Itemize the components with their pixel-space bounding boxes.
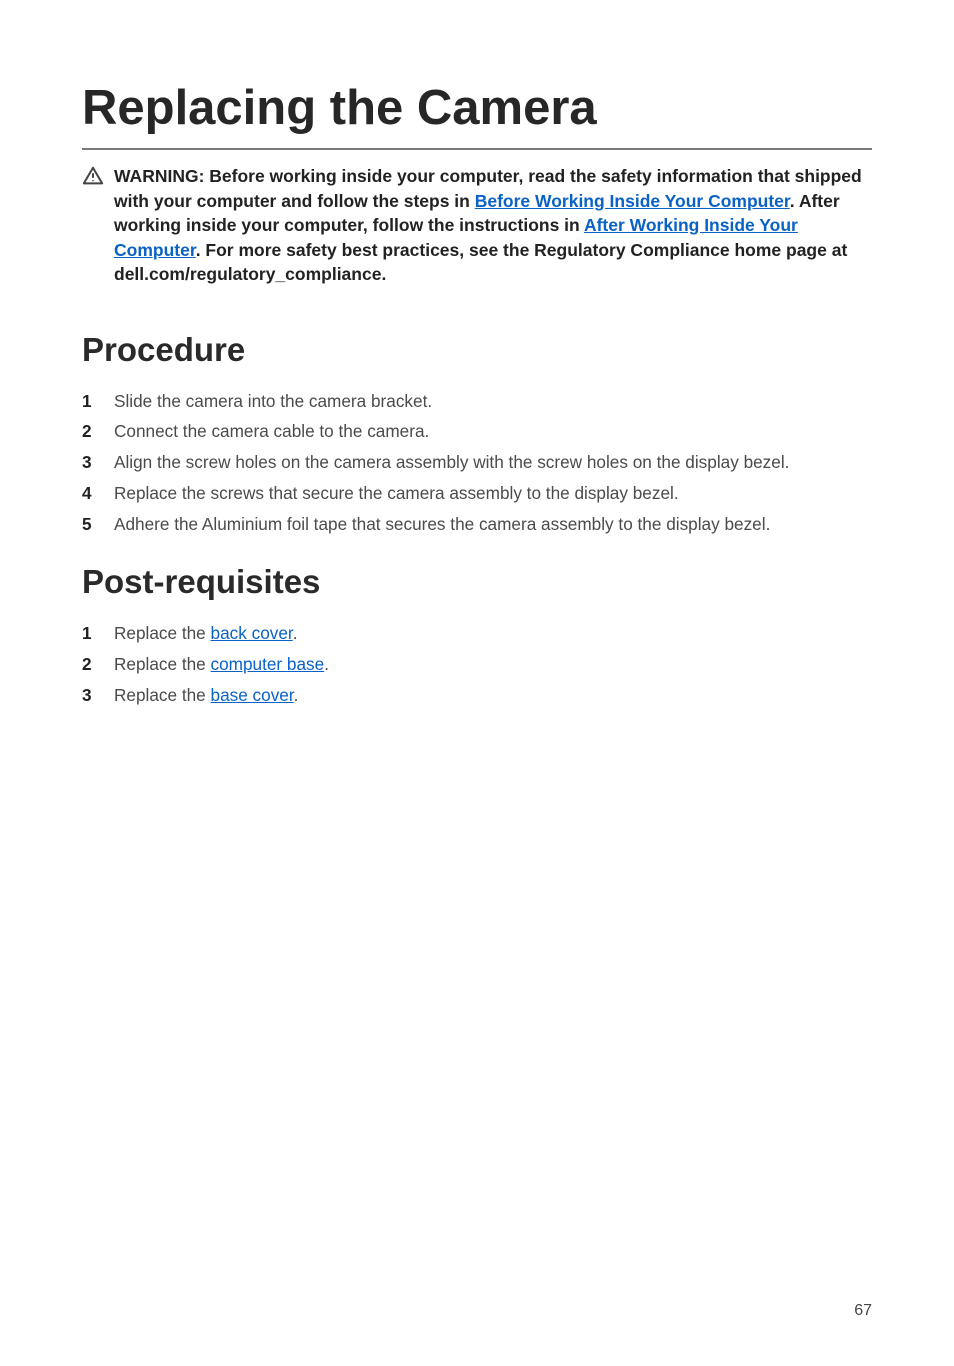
list-item: Align the screw holes on the camera asse… xyxy=(82,450,872,475)
warning-block: WARNING: Before working inside your comp… xyxy=(82,164,872,287)
page-title: Replacing the Camera xyxy=(82,80,872,136)
list-item: Replace the screws that secure the camer… xyxy=(82,481,872,506)
list-item: Slide the camera into the camera bracket… xyxy=(82,389,872,414)
step-text: Adhere the Aluminium foil tape that secu… xyxy=(114,512,872,537)
list-item: Adhere the Aluminium foil tape that secu… xyxy=(82,512,872,537)
link-back-cover[interactable]: back cover xyxy=(211,623,293,643)
step-suffix: . xyxy=(293,623,298,643)
page-number: 67 xyxy=(854,1302,872,1320)
list-item: Replace the base cover. xyxy=(82,683,872,708)
step-suffix: . xyxy=(294,685,299,705)
list-item: Connect the camera cable to the camera. xyxy=(82,419,872,444)
title-divider xyxy=(82,148,872,150)
step-prefix: Replace the xyxy=(114,623,211,643)
step-prefix: Replace the xyxy=(114,685,211,705)
document-page: Replacing the Camera WARNING: Before wor… xyxy=(0,0,954,1366)
warning-text: WARNING: Before working inside your comp… xyxy=(114,164,872,287)
list-item: Replace the computer base. xyxy=(82,652,872,677)
step-text: Connect the camera cable to the camera. xyxy=(114,419,872,444)
procedure-list: Slide the camera into the camera bracket… xyxy=(82,389,872,538)
step-suffix: . xyxy=(324,654,329,674)
warning-suffix: . For more safety best practices, see th… xyxy=(114,240,847,285)
post-requisites-list: Replace the back cover. Replace the comp… xyxy=(82,621,872,708)
step-text: Replace the screws that secure the camer… xyxy=(114,481,872,506)
heading-procedure: Procedure xyxy=(82,331,872,369)
list-item: Replace the back cover. xyxy=(82,621,872,646)
link-base-cover[interactable]: base cover xyxy=(211,685,294,705)
step-text: Align the screw holes on the camera asse… xyxy=(114,450,872,475)
warning-icon xyxy=(82,165,104,187)
link-before-working[interactable]: Before Working Inside Your Computer xyxy=(475,191,790,211)
step-prefix: Replace the xyxy=(114,654,211,674)
link-computer-base[interactable]: computer base xyxy=(211,654,325,674)
heading-post-requisites: Post-requisites xyxy=(82,563,872,601)
step-text: Slide the camera into the camera bracket… xyxy=(114,389,872,414)
